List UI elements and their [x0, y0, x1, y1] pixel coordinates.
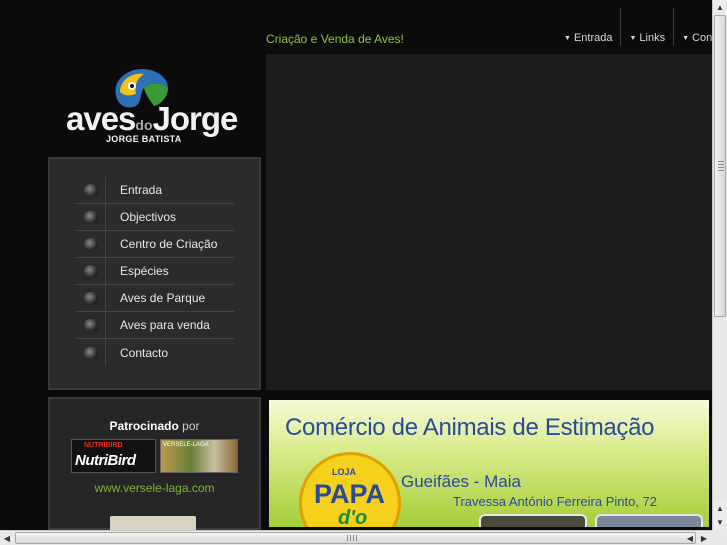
- versele-laga-banner[interactable]: VERSELE-LAGA: [160, 439, 238, 473]
- site-tagline: Criação e Venda de Aves!: [266, 32, 404, 46]
- grip-icon: [718, 161, 724, 171]
- sponsor-link[interactable]: www.versele-laga.com: [50, 481, 259, 495]
- badge-top-text: LOJA: [332, 467, 357, 477]
- scrollbar-corner: [712, 530, 727, 545]
- advert-title: Comércio de Animais de Estimação: [285, 414, 655, 441]
- top-navigation: ▼Entrada ▼Links ▼Contacto: [556, 8, 712, 46]
- partner-logo[interactable]: [110, 516, 196, 530]
- sponsor-box: Patrocinado por NUTRIBIRD NutriBird VERS…: [48, 397, 261, 530]
- parrot-bullet-icon: [76, 312, 106, 338]
- shop-advert-banner[interactable]: Comércio de Animais de Estimação LOJA PA…: [266, 397, 712, 530]
- sponsor-heading: Patrocinado por: [50, 419, 259, 433]
- grip-icon: [347, 535, 359, 541]
- papa-doo-badge: LOJA PAPA d'o: [299, 452, 401, 529]
- menu-item-aves-de-parque[interactable]: Aves de Parque: [76, 285, 234, 312]
- top-nav-label: Entrada: [573, 32, 613, 44]
- logo-word-jorge: Jorge: [152, 100, 239, 137]
- menu-item-label: Centro de Criação: [120, 237, 218, 251]
- logo-wordmark: avesdoJorge: [66, 100, 239, 138]
- page-frame: Criação e Venda de Aves! ▼ Entrada ▼ Links…: [0, 0, 712, 530]
- scroll-left-arrow-icon[interactable]: ◀: [683, 531, 697, 545]
- triangle-down-icon: ▼: [629, 35, 637, 42]
- advert-photo: [595, 514, 703, 527]
- top-nav-links[interactable]: ▼ Links: [621, 8, 675, 46]
- parrot-bullet-icon: [76, 339, 106, 366]
- menu-item-aves-para-venda[interactable]: Aves para venda: [76, 312, 234, 339]
- nutribird-text: NutriBird: [75, 452, 136, 469]
- vertical-scroll-thumb[interactable]: [714, 15, 726, 317]
- parrot-bullet-icon: [76, 231, 106, 257]
- triangle-down-icon: ▼: [682, 35, 690, 42]
- sponsor-heading-bold: Patrocinado: [109, 419, 179, 433]
- menu-item-especies[interactable]: Espécies: [76, 258, 234, 285]
- logo-word-do: do: [135, 117, 153, 133]
- advert-photo: [479, 514, 587, 527]
- badge-main-text: PAPA: [314, 479, 386, 509]
- parrot-bullet-icon: [76, 285, 106, 311]
- nutribird-small-text: NUTRIBIRD: [84, 442, 123, 449]
- scroll-right-arrow-icon[interactable]: ▶: [697, 531, 711, 545]
- menu-item-entrada[interactable]: Entrada: [76, 177, 234, 204]
- versele-logo-text: VERSELE-LAGA: [163, 442, 209, 448]
- top-nav-entrada[interactable]: ▼ Entrada: [556, 8, 622, 46]
- advert-address: Travessa António Ferreira Pinto, 72: [453, 494, 658, 509]
- top-nav-contacto[interactable]: ▼Contacto: [674, 8, 712, 46]
- menu-item-label: Aves de Parque: [120, 291, 206, 305]
- parrot-bullet-icon: [76, 258, 106, 284]
- top-nav-label: Contacto: [692, 32, 712, 44]
- menu-item-label: Objectivos: [120, 210, 177, 224]
- menu-item-label: Contacto: [120, 345, 169, 360]
- site-logo[interactable]: avesdoJorge JORGE BATISTA: [62, 66, 252, 150]
- media-panel[interactable]: [266, 54, 712, 390]
- menu-item-contacto[interactable]: Contacto: [76, 339, 234, 366]
- parrot-bullet-icon: [76, 204, 106, 230]
- menu-item-objectivos[interactable]: Objectivos: [76, 204, 234, 231]
- side-menu: Entrada Objectivos Centro de Criação Esp…: [48, 157, 261, 390]
- scroll-up-arrow-icon[interactable]: ▲: [713, 0, 727, 14]
- horizontal-scroll-thumb[interactable]: [15, 532, 696, 544]
- scroll-left-arrow-icon[interactable]: ◀: [0, 531, 14, 545]
- advert-place: Gueifães - Maia: [401, 472, 521, 491]
- badge-bottom-text: d'o: [338, 507, 368, 529]
- menu-item-label: Aves para venda: [120, 318, 210, 332]
- scroll-down-arrow-icon[interactable]: ▼: [713, 515, 727, 529]
- horizontal-scrollbar[interactable]: ◀ ◀ ▶: [0, 530, 712, 545]
- parrot-bullet-icon: [76, 177, 106, 203]
- vertical-scrollbar[interactable]: ▲ ▲ ▼: [712, 0, 727, 530]
- nutribird-logo[interactable]: NUTRIBIRD NutriBird: [71, 439, 156, 473]
- menu-item-centro-de-criacao[interactable]: Centro de Criação: [76, 231, 234, 258]
- logo-subtitle: JORGE BATISTA: [106, 134, 182, 144]
- top-nav-label: Links: [639, 32, 666, 44]
- menu-item-label: Espécies: [120, 264, 169, 278]
- sponsor-heading-rest: por: [182, 419, 200, 433]
- logo-word-aves: aves: [66, 100, 136, 137]
- scroll-up-arrow-icon[interactable]: ▲: [713, 501, 727, 515]
- triangle-down-icon: ▼: [564, 35, 571, 42]
- menu-item-label: Entrada: [120, 183, 163, 197]
